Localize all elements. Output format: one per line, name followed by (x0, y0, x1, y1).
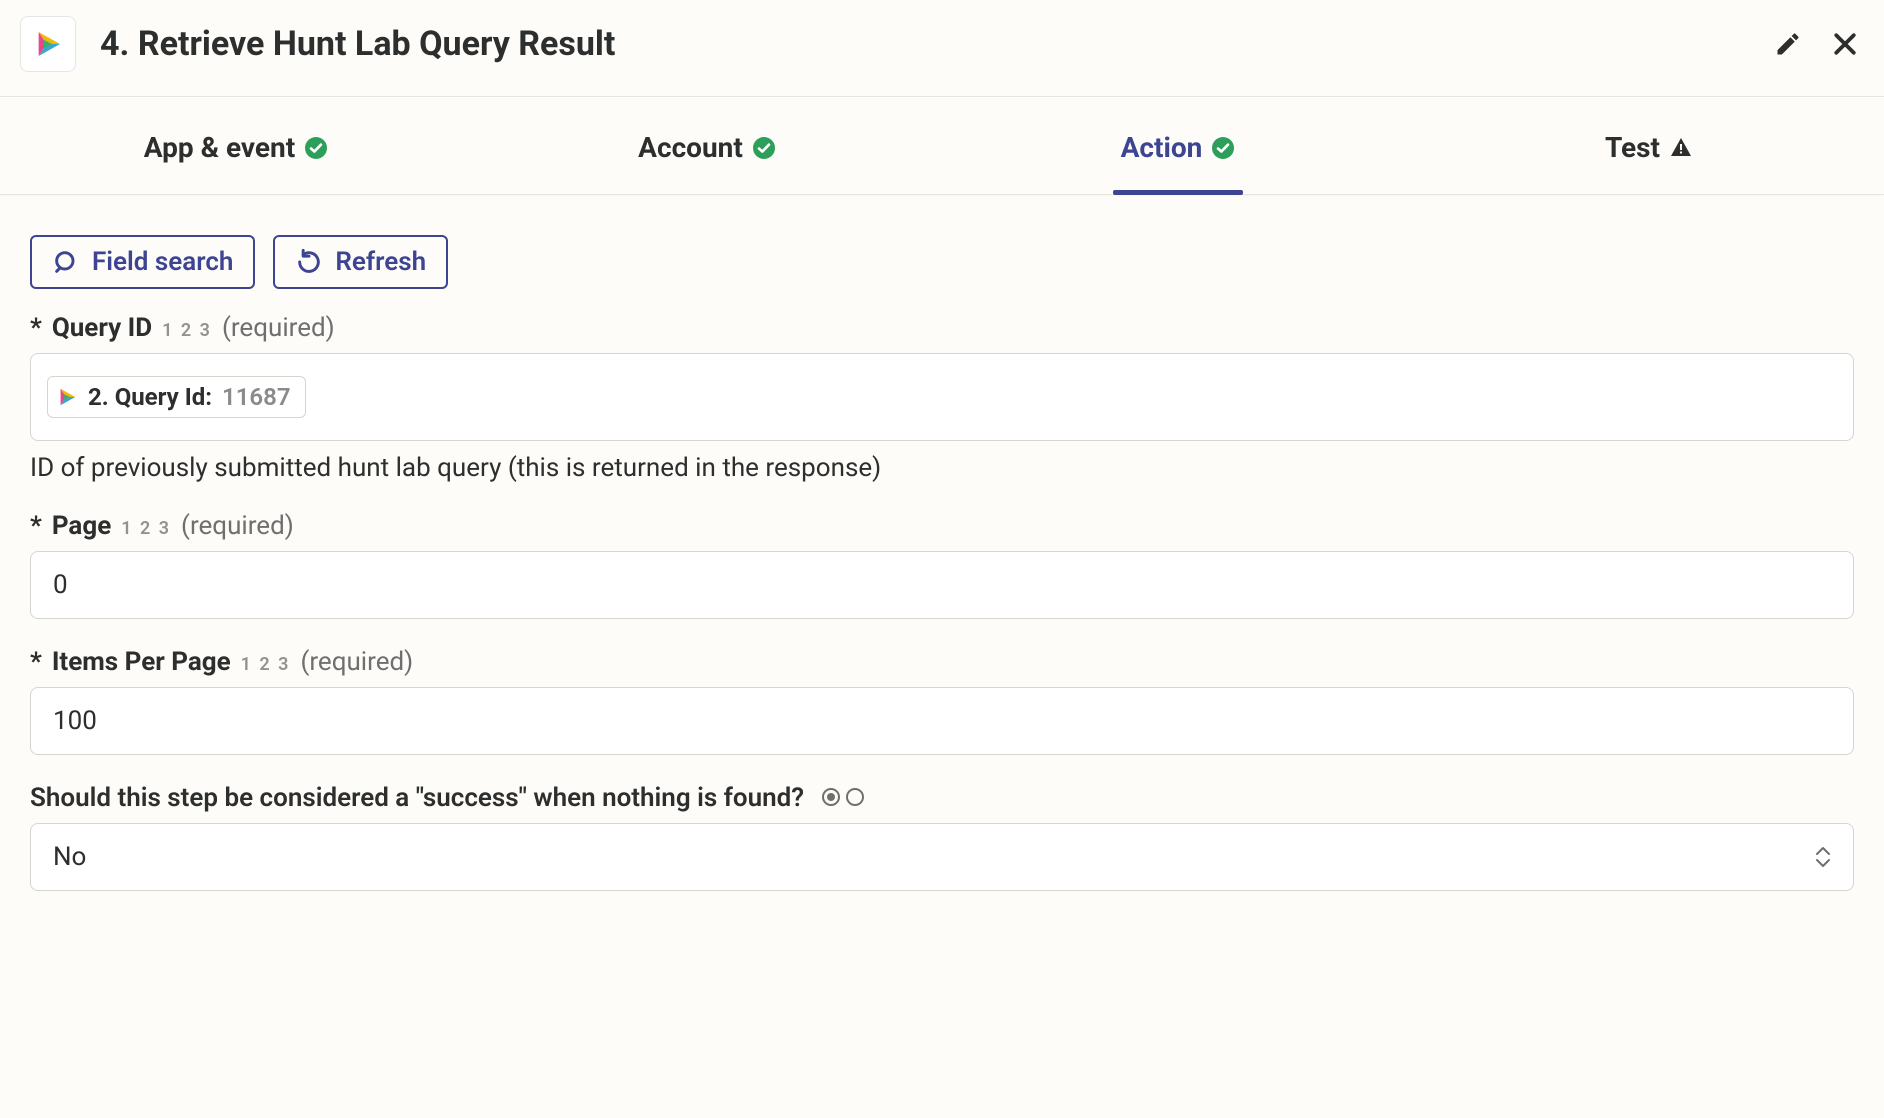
input-value: 0 (53, 570, 68, 600)
type-hint: 1 2 3 (121, 518, 171, 539)
mapped-value-pill[interactable]: 2. Query Id: 11687 (47, 376, 306, 418)
tab-label: App & event (144, 131, 295, 164)
app-logo-icon (32, 28, 64, 60)
check-icon (1212, 137, 1234, 159)
check-icon (305, 137, 327, 159)
refresh-button[interactable]: Refresh (273, 235, 448, 289)
label-text: Should this step be considered a "succes… (30, 783, 804, 813)
check-icon (753, 137, 775, 159)
close-icon (1830, 29, 1860, 59)
items-per-page-input[interactable]: 100 (30, 687, 1854, 755)
field-label: * Query ID 1 2 3 (required) (30, 313, 1854, 343)
field-label: Should this step be considered a "succes… (30, 783, 1854, 813)
required-hint: (required) (222, 313, 335, 343)
field-query-id: * Query ID 1 2 3 (required) 2. Query Id:… (30, 313, 1854, 483)
button-label: Field search (92, 247, 233, 277)
app-logo-icon (56, 386, 78, 408)
tab-label: Action (1121, 131, 1203, 164)
required-asterisk: * (30, 647, 42, 677)
field-help: ID of previously submitted hunt lab quer… (30, 453, 1854, 483)
pill-value: 11687 (222, 383, 291, 411)
chevron-down-icon (1814, 858, 1832, 868)
query-id-input[interactable]: 2. Query Id: 11687 (30, 353, 1854, 441)
required-hint: (required) (300, 647, 413, 677)
step-title: 4. Retrieve Hunt Lab Query Result (100, 24, 1774, 64)
field-success-when-empty: Should this step be considered a "succes… (30, 783, 1854, 891)
warning-icon (1670, 137, 1692, 159)
label-text: Items Per Page (52, 647, 231, 677)
success-select[interactable]: No (30, 823, 1854, 891)
pill-label: 2. Query Id: (88, 383, 212, 411)
tab-account[interactable]: Account (471, 97, 942, 194)
label-text: Query ID (52, 313, 152, 343)
action-form: * Query ID 1 2 3 (required) 2. Query Id:… (0, 313, 1884, 891)
tabs: App & event Account Action Test (0, 97, 1884, 195)
tab-action[interactable]: Action (942, 97, 1413, 194)
chevron-up-icon (1814, 846, 1832, 856)
required-asterisk: * (30, 313, 42, 343)
type-hint: 1 2 3 (162, 320, 212, 341)
field-page: * Page 1 2 3 (required) 0 (30, 511, 1854, 619)
select-value: No (53, 842, 86, 872)
radio-off-icon (846, 788, 864, 806)
field-label: * Page 1 2 3 (required) (30, 511, 1854, 541)
label-text: Page (52, 511, 111, 541)
required-hint: (required) (181, 511, 294, 541)
required-asterisk: * (30, 511, 42, 541)
input-value: 100 (53, 706, 97, 736)
close-button[interactable] (1830, 29, 1860, 59)
field-search-button[interactable]: Field search (30, 235, 255, 289)
toolbar: Field search Refresh (0, 195, 1884, 313)
field-label: * Items Per Page 1 2 3 (required) (30, 647, 1854, 677)
pencil-icon (1774, 30, 1802, 58)
rename-button[interactable] (1774, 30, 1802, 58)
search-icon (52, 248, 80, 276)
select-caret-icon (1814, 846, 1832, 868)
field-items-per-page: * Items Per Page 1 2 3 (required) 100 (30, 647, 1854, 755)
type-hint: 1 2 3 (241, 654, 291, 675)
tab-test[interactable]: Test (1413, 97, 1884, 194)
tab-label: Test (1605, 131, 1660, 164)
boolean-type-hint (822, 788, 864, 806)
page-input[interactable]: 0 (30, 551, 1854, 619)
tab-label: Account (638, 131, 743, 164)
tab-app-event[interactable]: App & event (0, 97, 471, 194)
refresh-icon (295, 248, 323, 276)
app-logo (20, 16, 76, 72)
radio-on-icon (822, 788, 840, 806)
step-header: 4. Retrieve Hunt Lab Query Result (0, 0, 1884, 97)
button-label: Refresh (335, 247, 426, 277)
